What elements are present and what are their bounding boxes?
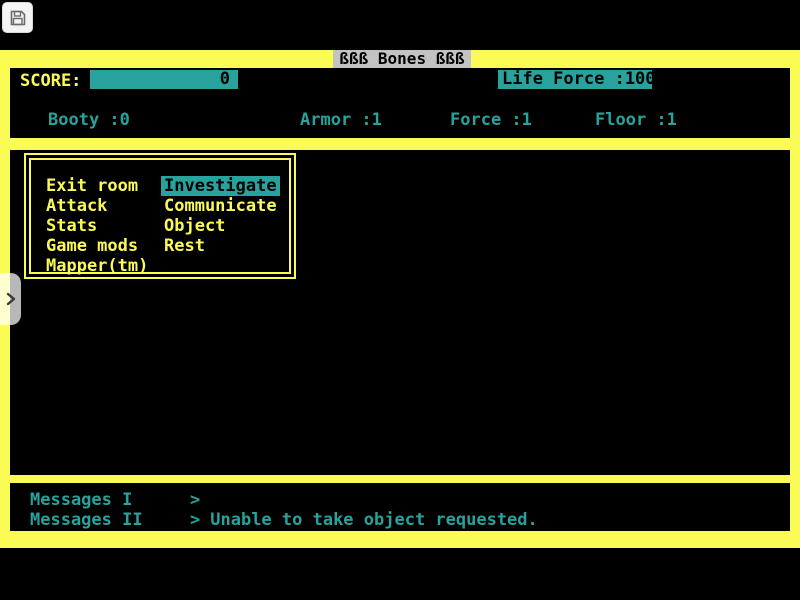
- action-menu: Exit room Attack Stats Game mods Mapper(…: [24, 153, 296, 279]
- menu-item-exit-room[interactable]: Exit room: [46, 176, 148, 196]
- score-value: 0: [220, 69, 230, 89]
- menu-item-communicate[interactable]: Communicate: [164, 196, 280, 216]
- game-title: ßßß Bones ßßß: [339, 49, 464, 68]
- save-button[interactable]: [2, 2, 33, 33]
- messages-1-label: Messages I: [30, 490, 132, 510]
- floppy-disk-icon: [9, 9, 27, 27]
- stat-armor: Armor :1: [300, 110, 382, 130]
- messages-2-text: Unable to take object requested.: [210, 510, 538, 530]
- sidebar-expand-handle[interactable]: [0, 273, 21, 325]
- menu-item-object[interactable]: Object: [164, 216, 280, 236]
- game-frame: ßßß Bones ßßß SCORE: 0 Life Force :100 B…: [0, 50, 800, 548]
- life-force-badge: Life Force :100: [498, 70, 652, 89]
- menu-item-investigate[interactable]: Investigate: [161, 176, 280, 196]
- stat-force: Force :1: [450, 110, 532, 130]
- menu-item-attack[interactable]: Attack: [46, 196, 148, 216]
- messages-2-prompt: >: [190, 510, 200, 530]
- stats-panel: SCORE: 0 Life Force :100 Booty :0 Armor …: [10, 68, 790, 138]
- menu-item-mapper[interactable]: Mapper(tm): [46, 256, 148, 276]
- score-label: SCORE:: [20, 71, 81, 91]
- game-screen: ßßß Bones ßßß SCORE: 0 Life Force :100 B…: [0, 0, 800, 600]
- messages-1-body: >: [190, 490, 210, 510]
- messages-1-prompt: >: [190, 490, 200, 510]
- chevron-right-icon: [5, 292, 17, 306]
- stat-floor: Floor :1: [595, 110, 677, 130]
- stat-booty: Booty :0: [48, 110, 130, 130]
- main-panel: Exit room Attack Stats Game mods Mapper(…: [10, 150, 790, 475]
- messages-panel: Messages I > Messages II > Unable to take…: [10, 483, 790, 531]
- messages-2-label: Messages II: [30, 510, 143, 530]
- action-menu-right-column: Investigate Communicate Object Rest: [164, 176, 280, 256]
- title-bar: ßßß Bones ßßß: [333, 50, 471, 68]
- menu-item-rest[interactable]: Rest: [164, 236, 280, 256]
- messages-2-body: > Unable to take object requested.: [190, 510, 538, 530]
- action-menu-left-column: Exit room Attack Stats Game mods Mapper(…: [46, 176, 148, 276]
- score-bar: 0: [90, 70, 238, 89]
- menu-item-stats[interactable]: Stats: [46, 216, 148, 236]
- menu-item-game-mods[interactable]: Game mods: [46, 236, 148, 256]
